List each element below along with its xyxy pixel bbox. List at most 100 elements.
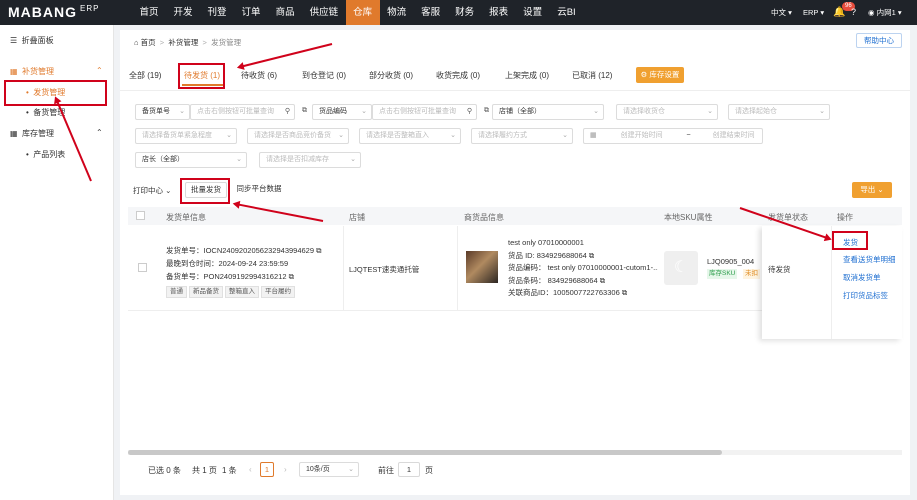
tab-arrival[interactable]: 到仓登记 (0): [302, 70, 346, 81]
col-shop: 店铺: [349, 213, 365, 222]
highlight-box: [832, 231, 868, 250]
logo[interactable]: MABANG ERP: [8, 4, 99, 20]
fulfillment-select[interactable]: 请选择履约方式 ⌄: [471, 128, 573, 144]
order-no-input[interactable]: 点击右侧按钮可批量查询 ⚲: [190, 104, 295, 120]
search-icon[interactable]: ⚲: [285, 105, 290, 119]
ship-no[interactable]: IOCN2409202056232943994629: [204, 246, 315, 255]
goods-input[interactable]: 点击右侧按钮可批量查询 ⚲: [372, 104, 477, 120]
menu-item-dev[interactable]: 开发: [166, 0, 200, 25]
tag-whole-box: 整箱直入: [225, 286, 259, 298]
menu-icon: ☰: [10, 36, 18, 45]
menu-item-settings[interactable]: 设置: [516, 0, 550, 25]
origin-warehouse-select[interactable]: 请选择起始仓 ⌄: [728, 104, 830, 120]
menu-item-products[interactable]: 商品: [268, 0, 302, 25]
menu-item-service[interactable]: 客服: [414, 0, 448, 25]
erp-select[interactable]: ERP ▾: [803, 0, 824, 25]
menu-item-warehouse[interactable]: 仓库: [345, 0, 380, 25]
total-pages: 共 1 页: [192, 466, 217, 475]
menu-item-home[interactable]: 首页: [132, 0, 166, 25]
sidebar-group-inventory[interactable]: ▦ 库存管理: [10, 128, 54, 139]
stock-setting-button[interactable]: ⚙ 库存设置: [636, 67, 684, 83]
copy-icon[interactable]: ⧉: [316, 246, 321, 255]
main-menu: 首页 开发 刊登 订单 商品 供应链 仓库 物流 客服 财务 报表 设置 云BI: [132, 0, 583, 25]
row-checkbox[interactable]: [138, 263, 147, 272]
sidebar-group-replenish[interactable]: ▦ 补货管理: [10, 66, 54, 77]
tab-cancelled[interactable]: 已取消 (12): [572, 70, 612, 81]
prev-page-icon[interactable]: ‹: [249, 465, 252, 474]
page-suffix: 页: [425, 466, 433, 475]
tab-received[interactable]: 收货完成 (0): [436, 70, 480, 81]
menu-item-logistics[interactable]: 物流: [380, 0, 414, 25]
col-product: 商货品信息: [464, 213, 504, 222]
menu-item-orders[interactable]: 订单: [234, 0, 268, 25]
menu-item-publish[interactable]: 刊登: [200, 0, 234, 25]
ship-info: 发货单号：IOCN2409202056232943994629 ⧉ 最晚到仓时间…: [166, 244, 321, 298]
page-size-select[interactable]: 10条/页 ⌄: [299, 462, 359, 477]
next-page-icon[interactable]: ›: [284, 465, 287, 474]
print-label-link[interactable]: 打印货品标签: [843, 290, 888, 301]
tab-partial[interactable]: 部分收货 (0): [369, 70, 413, 81]
top-nav: MABANG ERP 首页 开发 刊登 订单 商品 供应链 仓库 物流 客服 财务…: [0, 0, 917, 25]
tab-receiving[interactable]: 待收货 (6): [241, 70, 277, 81]
calendar-icon: ▦: [590, 132, 597, 139]
tab-shelved[interactable]: 上架完成 (0): [505, 70, 549, 81]
goto-page-input[interactable]: 1: [398, 462, 420, 477]
collapse-panel[interactable]: ☰ 折叠面板: [10, 35, 54, 46]
col-ship-info: 发货单信息: [166, 213, 206, 222]
product-image: [466, 251, 498, 283]
print-center-dropdown[interactable]: 打印中心 ⌄: [133, 185, 171, 196]
image-placeholder-icon: ☾: [664, 251, 698, 285]
order-no-type-select[interactable]: 备货单号 ⌄: [135, 104, 190, 120]
col-actions: 操作: [837, 213, 853, 222]
view-delivery-detail-link[interactable]: 查看送货单明细: [843, 254, 896, 265]
copy-icon[interactable]: ⧉: [289, 272, 294, 281]
scrollbar-thumb[interactable]: [128, 450, 722, 455]
breadcrumb: ⌂ 首页 > 补货管理 > 发货管理: [134, 38, 242, 47]
status-text: 待发货: [768, 265, 791, 274]
chevron-up-icon[interactable]: ⌃: [96, 66, 103, 75]
breadcrumb-home[interactable]: 首页: [141, 38, 156, 47]
language-select[interactable]: 中文 ▾: [771, 0, 792, 25]
chevron-up-icon[interactable]: ⌃: [96, 128, 103, 137]
menu-item-supply[interactable]: 供应链: [302, 0, 346, 25]
goods-type-select[interactable]: 货品编码 ⌄: [312, 104, 372, 120]
cancel-shipment-link[interactable]: 取消发货单: [843, 272, 881, 283]
tab-all[interactable]: 全部 (19): [129, 70, 161, 81]
deduct-select[interactable]: 请选择是否扣减库存 ⌄: [259, 152, 361, 168]
menu-item-reports[interactable]: 报表: [482, 0, 516, 25]
copy-icon[interactable]: ⧉: [478, 104, 489, 120]
price-select[interactable]: 请选择是否商品竞价备货 ⌄: [247, 128, 349, 144]
copy-icon[interactable]: ⧉: [622, 288, 627, 297]
divider: [120, 90, 910, 91]
highlight-box: [178, 63, 225, 89]
copy-icon[interactable]: ⧉: [600, 276, 605, 285]
menu-item-bi[interactable]: 云BI: [550, 0, 583, 25]
urgency-select[interactable]: 请选择备货单紧急程度 ⌄: [135, 128, 237, 144]
page-number[interactable]: 1: [260, 462, 274, 477]
help-center-button[interactable]: 帮助中心: [856, 33, 902, 48]
breadcrumb-l1[interactable]: 补货管理: [168, 38, 198, 47]
grid-icon: ▦: [10, 129, 18, 138]
col-status: 发货单状态: [768, 213, 808, 222]
whole-box-select[interactable]: 请选择是否整箱直入 ⌄: [359, 128, 461, 144]
owner-select[interactable]: 店长（全部） ⌄: [135, 152, 247, 168]
menu-item-finance[interactable]: 财务: [448, 0, 482, 25]
warehouse-select[interactable]: 请选择收货仓 ⌄: [616, 104, 718, 120]
export-button[interactable]: 导出 ⌄: [852, 182, 892, 198]
col-sku: 本地SKU属性: [664, 213, 713, 222]
shop-select[interactable]: 店铺（全部） ⌄: [492, 104, 604, 120]
copy-icon[interactable]: ⧉: [589, 251, 594, 260]
sku-tag-deduct: 未扣: [743, 269, 760, 279]
highlight-box: [180, 178, 230, 204]
total-count: 1 条: [222, 466, 237, 475]
search-icon[interactable]: ⚲: [467, 105, 472, 119]
sync-platform-button[interactable]: 同步平台数据: [233, 182, 285, 198]
sidebar-item-products[interactable]: • 产品列表: [26, 149, 65, 160]
product-info: test only 07010000001 货品 ID: 83492968806…: [508, 238, 658, 297]
user-menu[interactable]: ◉ 内网1 ▾: [868, 0, 902, 25]
tag-normal: 普通: [166, 286, 187, 298]
help-icon[interactable]: ?: [851, 0, 856, 25]
date-range-picker[interactable]: ▦ 创建开始时间 ~ 创建结束时间: [583, 128, 763, 144]
select-all-checkbox[interactable]: [136, 211, 145, 220]
copy-icon[interactable]: ⧉: [296, 104, 307, 120]
